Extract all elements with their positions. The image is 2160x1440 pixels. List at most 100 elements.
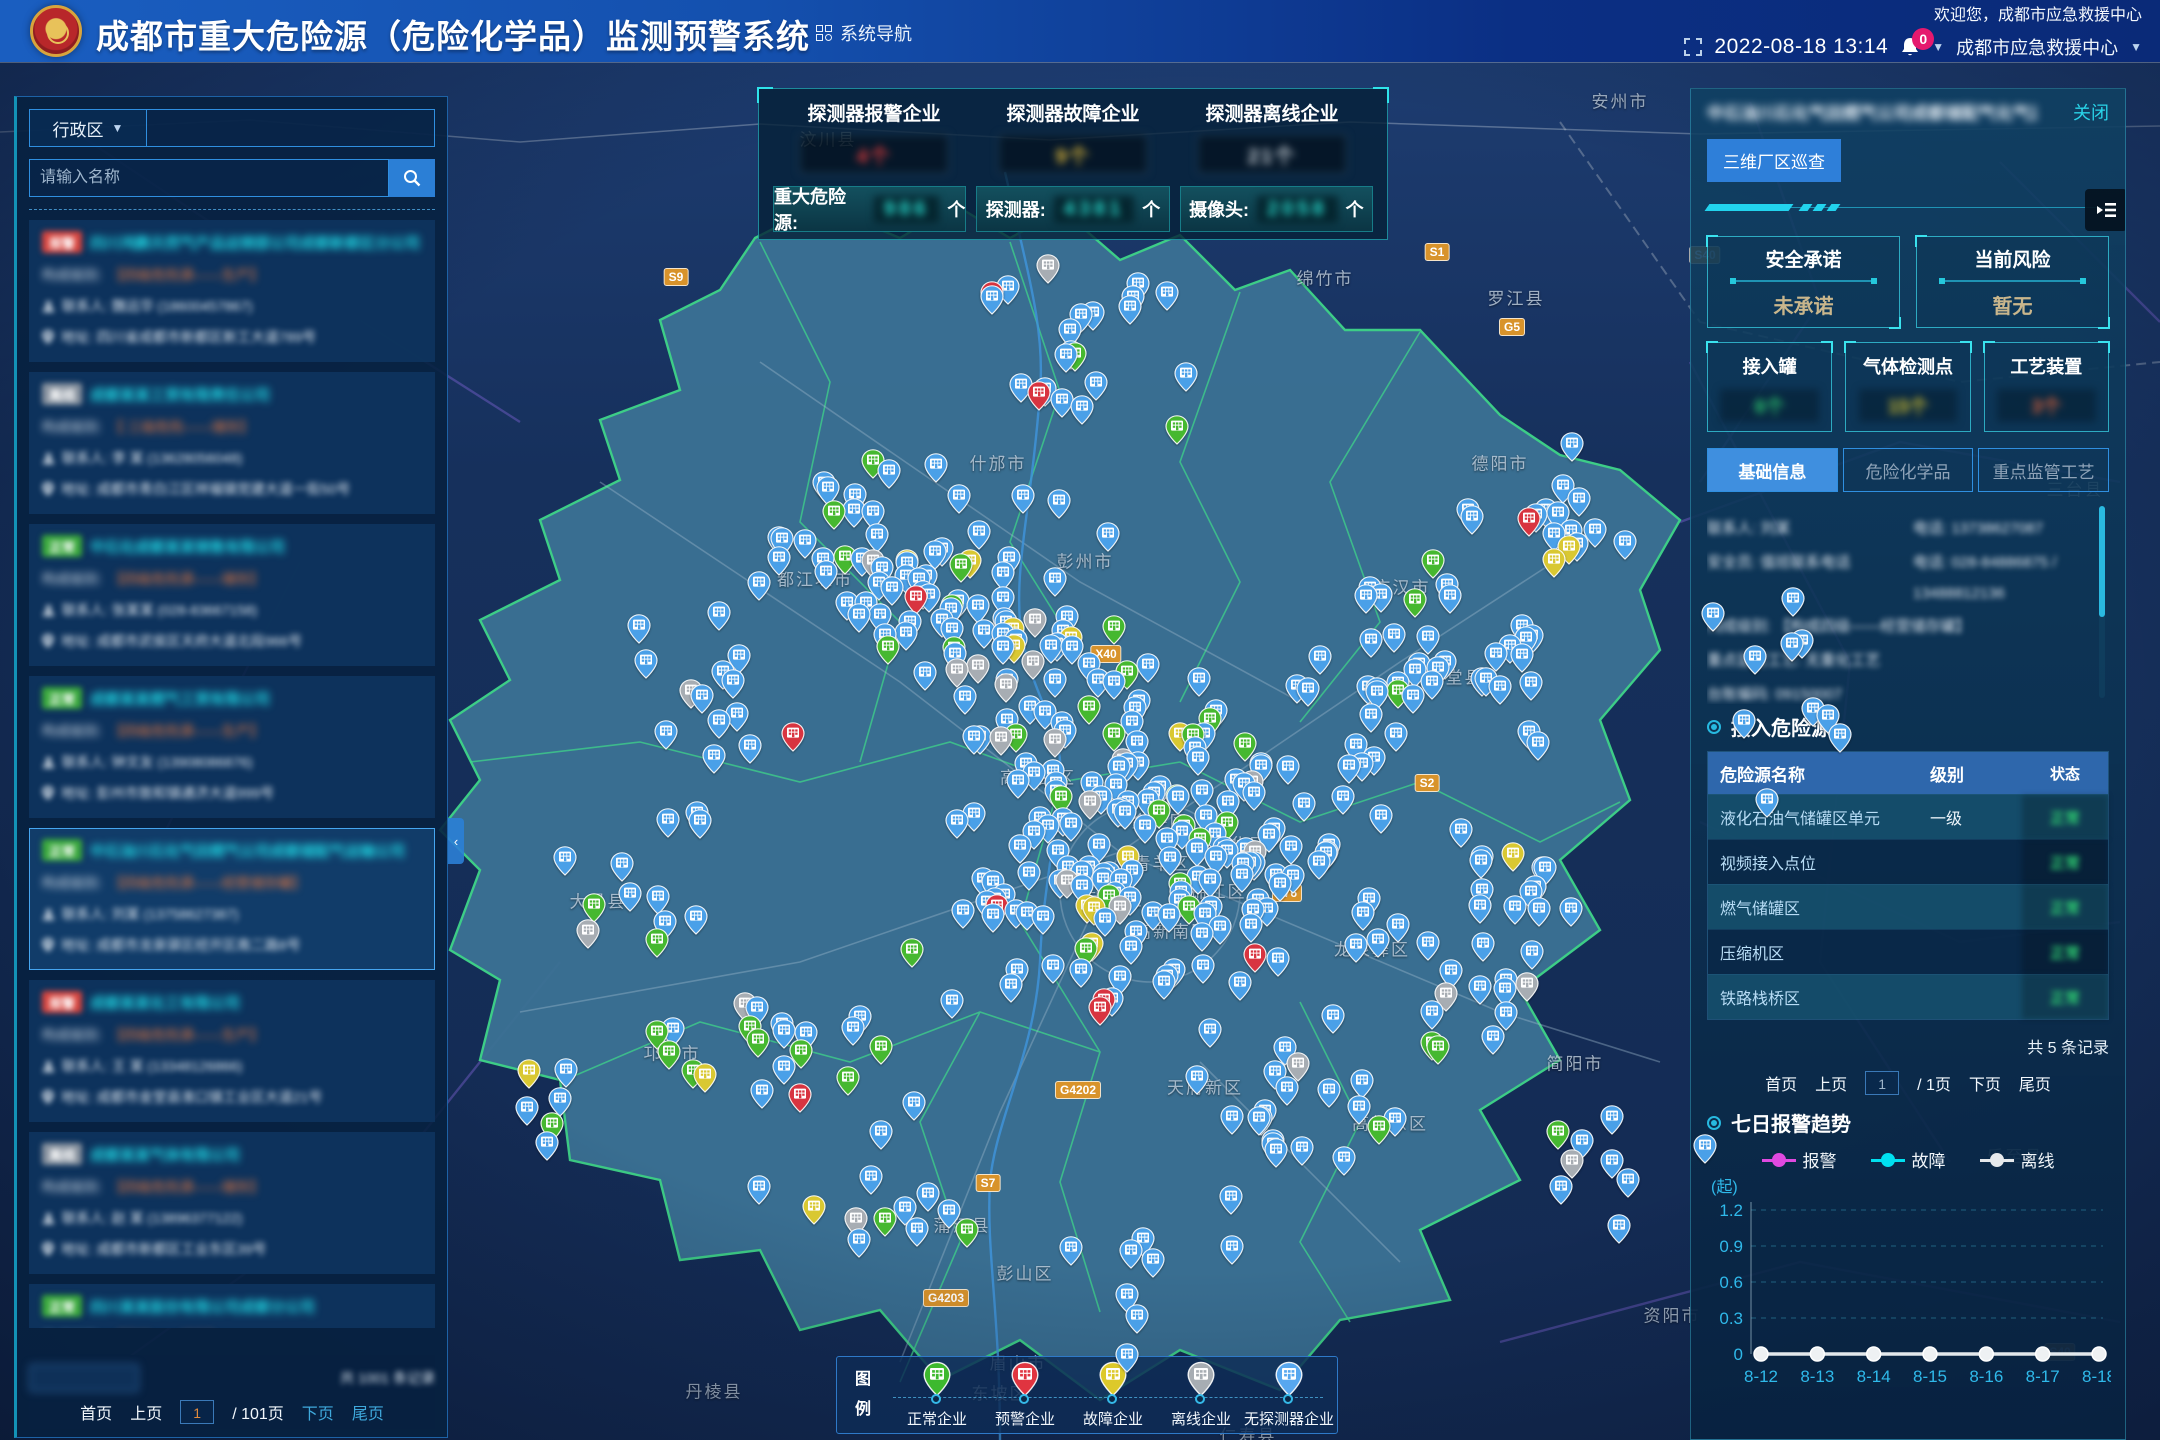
pager-next[interactable]: 下页 <box>302 1400 334 1424</box>
map-marker[interactable] <box>1198 868 1222 898</box>
map-marker[interactable] <box>707 601 731 631</box>
map-marker[interactable] <box>1567 487 1591 517</box>
map-marker[interactable] <box>1059 1236 1083 1266</box>
map-marker[interactable] <box>1743 645 1767 675</box>
map-marker[interactable] <box>535 1131 559 1161</box>
map-marker[interactable] <box>1488 675 1512 705</box>
scrollbar[interactable] <box>2099 506 2105 698</box>
map-marker[interactable] <box>1780 632 1804 662</box>
map-marker[interactable] <box>980 285 1004 315</box>
page-size-selector[interactable] <box>29 1364 139 1392</box>
map-marker[interactable] <box>1527 897 1551 927</box>
close-panel-button[interactable]: 关闭 <box>2073 99 2109 125</box>
map-marker[interactable] <box>1021 650 1045 680</box>
map-marker[interactable] <box>947 484 971 514</box>
map-marker[interactable] <box>1693 1134 1717 1164</box>
sidebar-collapse-button[interactable]: ‹ <box>448 818 464 864</box>
map-marker[interactable] <box>1011 484 1035 514</box>
map-marker[interactable] <box>1403 588 1427 618</box>
map-marker[interactable] <box>576 919 600 949</box>
map-marker[interactable] <box>1186 746 1210 776</box>
map-marker[interactable] <box>1290 1136 1314 1166</box>
pager-last[interactable]: 尾页 <box>352 1400 384 1424</box>
search-button[interactable] <box>389 159 435 197</box>
map-marker[interactable] <box>1219 1185 1243 1215</box>
user-menu[interactable]: 成都市应急救援中心 <box>1956 34 2118 60</box>
map-marker[interactable] <box>684 905 708 935</box>
map-marker[interactable] <box>869 1120 893 1150</box>
map-marker[interactable] <box>1070 395 1094 425</box>
map-marker[interactable] <box>966 654 990 684</box>
panel-collapse-icon[interactable] <box>2085 189 2126 231</box>
map-marker[interactable] <box>1460 505 1484 535</box>
map-marker[interactable] <box>951 899 975 929</box>
map-marker[interactable] <box>1279 835 1303 865</box>
map-marker[interactable] <box>1292 792 1316 822</box>
table-row[interactable]: 铁路栈桥区 正常 <box>1708 974 2108 1019</box>
map-marker[interactable] <box>1141 1248 1165 1278</box>
map-marker[interactable] <box>634 649 658 679</box>
map-marker[interactable] <box>1119 1239 1143 1269</box>
map-marker[interactable] <box>1008 834 1032 864</box>
map-marker[interactable] <box>1351 901 1375 931</box>
map-marker[interactable] <box>1069 958 1093 988</box>
map-marker[interactable] <box>994 673 1018 703</box>
map-marker[interactable] <box>900 938 924 968</box>
map-marker[interactable] <box>962 725 986 755</box>
map-marker[interactable] <box>802 1195 826 1225</box>
map-marker[interactable] <box>1152 970 1176 1000</box>
legend-item[interactable]: 报警 <box>1762 1147 1837 1172</box>
map-marker[interactable] <box>1041 954 1065 984</box>
map-marker[interactable] <box>1732 709 1756 739</box>
map-marker[interactable] <box>905 1217 929 1247</box>
map-marker[interactable] <box>955 1218 979 1248</box>
map-marker[interactable] <box>999 973 1023 1003</box>
map-marker[interactable] <box>873 1207 897 1237</box>
map-marker[interactable] <box>1600 1105 1624 1135</box>
map-marker[interactable] <box>1471 932 1495 962</box>
search-input[interactable] <box>29 159 389 197</box>
table-row[interactable]: 燃气储罐区 正常 <box>1708 884 2108 929</box>
map-marker[interactable] <box>1174 362 1198 392</box>
map-marker[interactable] <box>1006 769 1030 799</box>
map-marker[interactable] <box>515 1096 539 1126</box>
map-marker[interactable] <box>554 1058 578 1088</box>
map-marker[interactable] <box>1755 788 1779 818</box>
map-marker[interactable] <box>1296 677 1320 707</box>
map-marker[interactable] <box>1125 1304 1149 1334</box>
map-marker[interactable] <box>702 744 726 774</box>
map-marker[interactable] <box>517 1059 541 1089</box>
map-marker[interactable] <box>1517 507 1541 537</box>
map-marker[interactable] <box>746 1028 770 1058</box>
table-row[interactable]: 视频接入点位 正常 <box>1708 839 2108 884</box>
map-marker[interactable] <box>1307 850 1331 880</box>
map-marker[interactable] <box>989 726 1013 756</box>
map-marker[interactable] <box>1359 703 1383 733</box>
notification-bell-icon[interactable]: 0 <box>1900 36 1920 58</box>
map-marker[interactable] <box>1102 615 1126 645</box>
map-marker[interactable] <box>1155 281 1179 311</box>
legend-item[interactable]: 故障 <box>1871 1147 1946 1172</box>
tab-危险化学品[interactable]: 危险化学品 <box>1843 448 1974 492</box>
pager-prev[interactable]: 上页 <box>1815 1071 1847 1095</box>
map-marker[interactable] <box>553 846 577 876</box>
map-marker[interactable] <box>940 989 964 1019</box>
map-marker[interactable] <box>747 571 771 601</box>
map-marker[interactable] <box>688 809 712 839</box>
map-marker[interactable] <box>1526 731 1550 761</box>
map-marker[interactable] <box>693 1063 717 1093</box>
map-marker[interactable] <box>610 852 634 882</box>
map-marker[interactable] <box>1096 522 1120 552</box>
system-nav-button[interactable]: 系统导航 <box>816 20 912 46</box>
map-marker[interactable] <box>1220 1235 1244 1265</box>
map-marker[interactable] <box>880 576 904 606</box>
map-marker[interactable] <box>1468 975 1492 1005</box>
fullscreen-icon[interactable] <box>1684 38 1702 56</box>
map-marker[interactable] <box>1043 567 1067 597</box>
map-marker[interactable] <box>822 500 846 530</box>
map-marker[interactable] <box>902 1091 926 1121</box>
map-marker[interactable] <box>1264 1138 1288 1168</box>
legend-item[interactable]: 离线 <box>1980 1147 2055 1172</box>
map-marker[interactable] <box>656 808 680 838</box>
map-marker[interactable] <box>1157 903 1181 933</box>
